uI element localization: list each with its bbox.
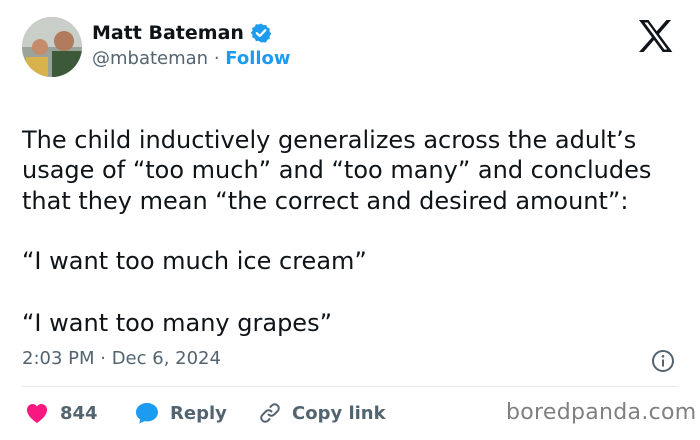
tweet-quote-1: “I want too much ice cream” [22, 247, 367, 275]
avatar[interactable] [22, 17, 82, 77]
like-count: 844 [60, 402, 98, 424]
copy-link-button[interactable]: Copy link [258, 398, 386, 428]
x-logo-icon[interactable] [636, 18, 676, 54]
reply-bubble-icon [134, 401, 160, 425]
info-icon[interactable] [651, 349, 675, 373]
author-display-name[interactable]: Matt Bateman [92, 22, 244, 44]
like-button[interactable]: 844 [24, 398, 98, 428]
reply-label: Reply [170, 402, 227, 424]
author-name-row: Matt Bateman [92, 20, 272, 46]
author-handle-row: @mbateman · Follow [92, 48, 291, 69]
follow-button[interactable]: Follow [225, 48, 290, 69]
heart-icon [24, 401, 50, 425]
author-handle[interactable]: @mbateman [92, 48, 208, 69]
watermark: boredpanda.com [506, 400, 697, 425]
tweet-text: The child inductively generalizes across… [22, 94, 692, 247]
tweet-main-text: The child inductively generalizes across… [22, 125, 652, 215]
link-icon [258, 401, 282, 425]
reply-button[interactable]: Reply [134, 398, 227, 428]
tweet-quote-2: “I want too many grapes” [22, 309, 333, 337]
verified-badge-icon [250, 22, 272, 44]
tweet-timestamp[interactable]: 2:03 PM · Dec 6, 2024 [22, 348, 221, 369]
handle-separator: · [208, 48, 226, 69]
copy-link-label: Copy link [292, 402, 386, 424]
tweet-card: Matt Bateman @mbateman · Follow The chil… [0, 0, 700, 440]
divider [22, 386, 678, 387]
